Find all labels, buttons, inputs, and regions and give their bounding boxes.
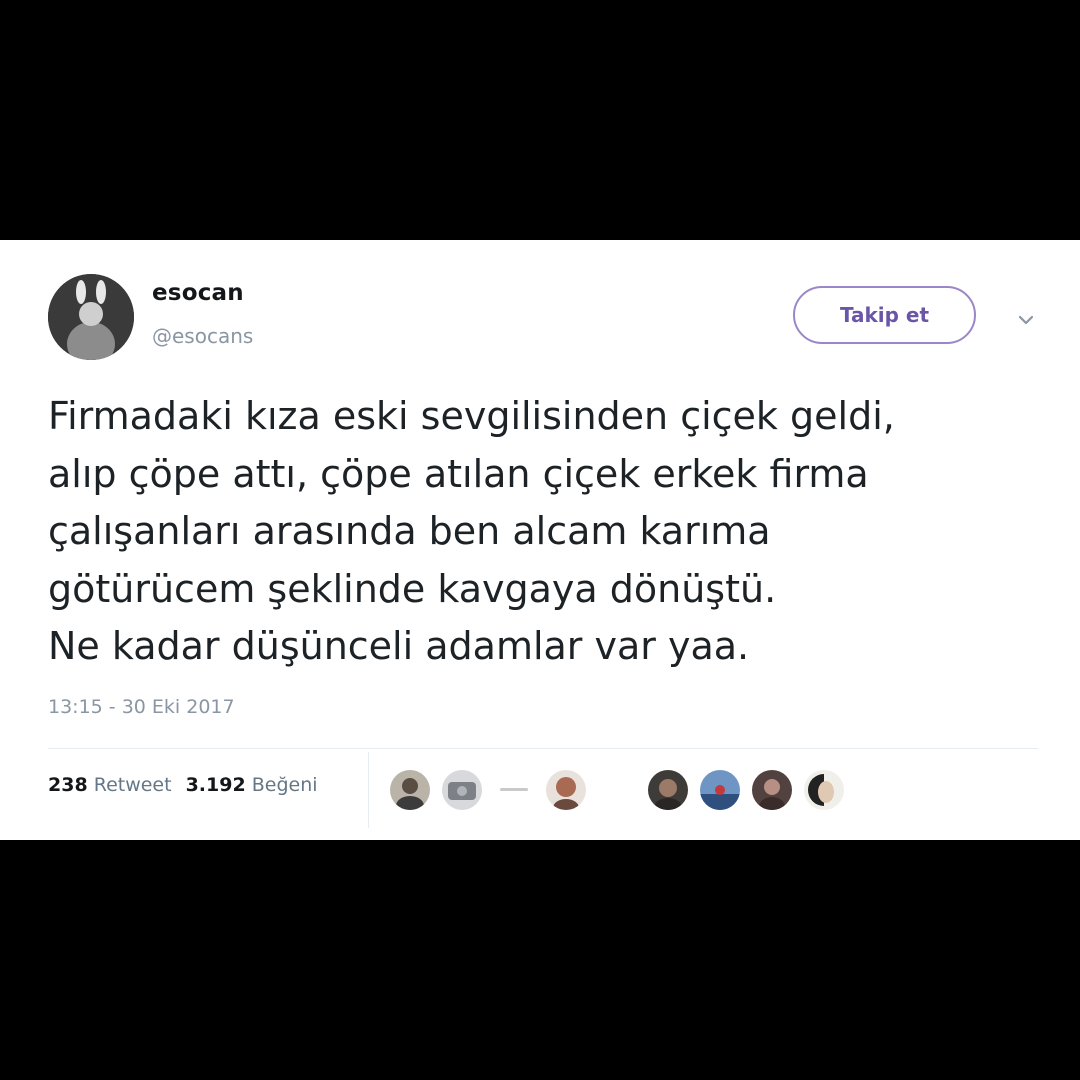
liker-avatar[interactable] [390,770,430,810]
tweet-text-line: alıp çöpe attı, çöpe atılan çiçek erkek … [48,451,869,496]
chevron-down-icon[interactable] [1012,306,1040,334]
display-name[interactable]: esocan [152,280,244,306]
tweet-text-line: götürücem şeklinde kavgaya dönüştü. [48,566,777,611]
tweet-text-line: Ne kadar düşünceli adamlar var yaa. [48,624,750,668]
follow-button-label: Takip et [839,303,930,327]
liker-avatar[interactable] [442,770,482,810]
liker-avatar[interactable] [804,770,844,810]
liker-avatar[interactable] [700,770,740,810]
retweet-label: Retweet [93,774,172,796]
tweet-timestamp[interactable]: 13:15 - 30 Eki 2017 [48,696,235,718]
like-label: Beğeni [251,774,318,796]
tweet-text-line: Firmadaki kıza eski sevgilisinden çiçek … [48,394,895,438]
follow-button[interactable]: Takip et [793,286,976,344]
retweet-count: 238 [48,774,88,796]
like-count: 3.192 [185,774,246,796]
avatar-image [48,274,134,360]
divider [48,748,1038,749]
liker-avatar[interactable] [752,770,792,810]
liker-avatar[interactable] [494,770,534,810]
profile-avatar[interactable] [48,274,134,360]
user-handle[interactable]: @esocans [152,324,253,348]
tweet-text-line: çalışanları arasında ben alcam karıma [48,509,771,553]
like-stat[interactable]: 3.192 Beğeni [186,774,318,796]
liker-avatar[interactable] [648,770,688,810]
tweet-text: Firmadaki kıza eski sevgilisinden çiçek … [48,388,1048,676]
tweet-stats: 238 Retweet 3.192 Beğeni [48,774,318,796]
stats-separator [368,752,369,828]
retweet-stat[interactable]: 238 Retweet [48,774,172,796]
liker-avatar[interactable] [546,770,586,810]
